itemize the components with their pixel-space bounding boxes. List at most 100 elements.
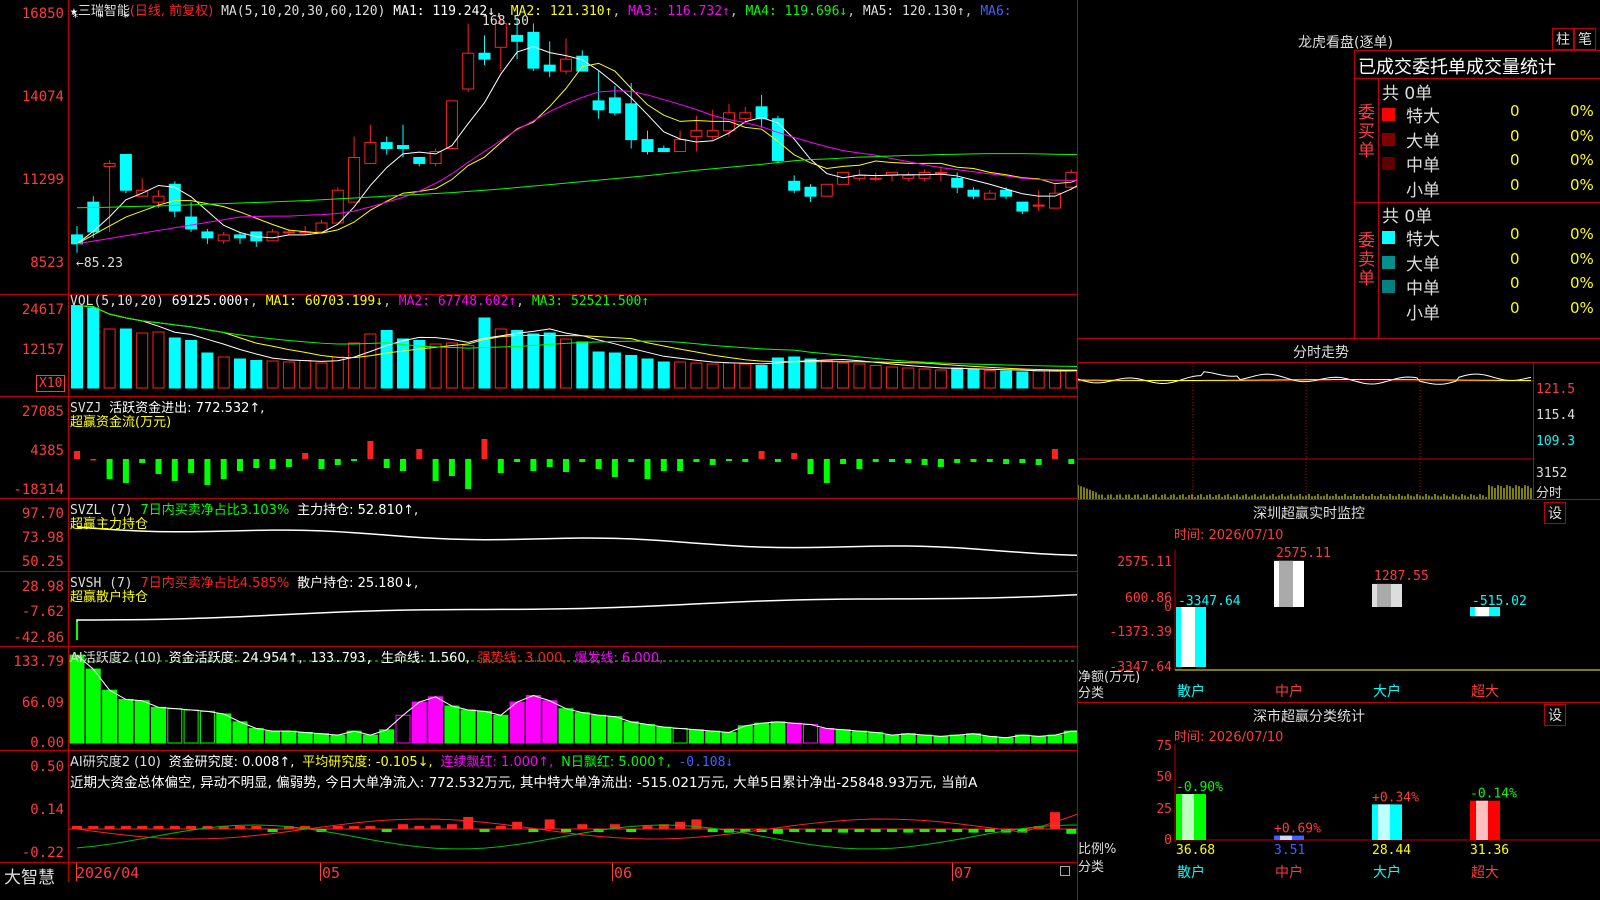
lhb-row-label: 大单 [1406, 254, 1440, 275]
volume-chart[interactable] [69, 295, 1077, 396]
lhb-row-label: 小单 [1406, 180, 1440, 201]
price-line [1078, 371, 1532, 385]
volume-bar [625, 355, 638, 389]
app-name[interactable]: 大智慧 [4, 863, 55, 888]
kline-tick: 11299 [21, 172, 64, 188]
activity-bar [607, 716, 623, 744]
volume-bar [690, 362, 703, 389]
monitor-y-tick: 2575.11 [1117, 555, 1172, 570]
activity-bar [460, 709, 476, 744]
research-bar [642, 826, 653, 829]
tick-mode-button[interactable]: 笔 [1574, 28, 1596, 50]
flow-bar [986, 459, 993, 462]
class-value-label: 3.51 [1274, 843, 1305, 858]
svzj-tick: 4385 [30, 443, 64, 459]
candle-body [755, 106, 768, 120]
candlestick-chart[interactable] [69, 0, 1077, 294]
flow-bar [269, 459, 276, 469]
retail-holding-line [76, 594, 1077, 640]
research-bar [430, 825, 441, 829]
candle-body [445, 100, 458, 150]
lhb-row: 特大 0 0% [1378, 102, 1600, 127]
volume-bar [543, 332, 556, 389]
lock-icon[interactable] [1060, 866, 1070, 876]
research-bar [349, 826, 360, 829]
lhb-bottom-border [1078, 338, 1600, 339]
left-chart-area[interactable]: ★三瑞智能(日线, 前复权) MA(5,10,20,30,60,120) MA1… [0, 0, 1078, 900]
intraday-chart[interactable] [1078, 363, 1534, 499]
candle-body [185, 216, 198, 230]
fenshi-tick: 115.4 [1536, 408, 1576, 423]
research-bar [838, 829, 849, 833]
monitor-settings-button[interactable]: 设 [1544, 502, 1566, 524]
svsh-tick: 28.98 [21, 579, 64, 595]
class-settings-button[interactable]: 设 [1544, 704, 1566, 726]
activity-bar [819, 727, 835, 744]
color-swatch [1382, 231, 1395, 244]
lhb-row-label: 大单 [1406, 131, 1440, 152]
ai-active-tick: 133.79 [13, 654, 64, 670]
flow-bar [237, 459, 243, 471]
activity-bar [754, 722, 770, 744]
ai-research-c: 连续飘红: 1.000↑, [440, 755, 554, 770]
activity-bar [770, 721, 786, 744]
xaxis-tick [320, 863, 321, 881]
capital-flow-chart[interactable] [69, 397, 1077, 498]
candle-body [103, 162, 116, 167]
volume-bar [429, 343, 442, 389]
svsh-sub: 超赢散户持仓 [70, 590, 149, 605]
flow-bar [530, 459, 537, 471]
activity-bar [525, 694, 541, 744]
lhb-row-count: 0 [1510, 298, 1520, 317]
flow-bar [122, 459, 129, 483]
class-value-label: 31.36 [1470, 843, 1509, 858]
candle-body [364, 142, 377, 164]
fenshi-axis [1533, 362, 1534, 499]
research-bar [707, 829, 718, 832]
flow-bar [595, 459, 602, 469]
kline-tick: 16850 [21, 6, 64, 22]
volume-bar [674, 361, 687, 389]
buy-total: 共 0单 [1382, 84, 1433, 104]
lhb-row: 小单 0 0% [1378, 176, 1600, 201]
svzl-tick: 50.25 [21, 554, 64, 570]
flow-bar [546, 459, 553, 467]
flow-bar [351, 459, 358, 461]
flow-bar [334, 459, 341, 465]
research-bar [446, 824, 457, 829]
candle-body [820, 183, 833, 197]
flow-bar [921, 459, 928, 465]
flow-bar [155, 459, 162, 474]
vol-unit-badge: X10 [36, 375, 66, 392]
flow-bar [90, 459, 97, 461]
candle-body [739, 112, 752, 120]
flow-bar [693, 459, 700, 462]
lhb-row: 大单 0 0% [1378, 250, 1600, 275]
candle-body [674, 139, 687, 153]
bar-mode-button[interactable]: 柱 [1552, 28, 1574, 50]
candle-body [527, 31, 540, 69]
activity-bar [705, 730, 721, 744]
volume-bar [723, 362, 735, 389]
volume-bar [820, 360, 833, 389]
research-bar [577, 824, 588, 829]
svzj-tick: -18314 [13, 482, 64, 498]
svzj-tick: 27085 [21, 404, 64, 420]
volume-bar [853, 363, 866, 389]
candle-body [1000, 189, 1013, 197]
activity-bar [868, 731, 884, 744]
flow-bar [465, 459, 472, 489]
volume-bar [136, 332, 149, 389]
ai-research-b: 平均研究度: -0.105↓, [302, 755, 433, 770]
lhb-left-border [1354, 50, 1355, 340]
activity-bar [330, 734, 346, 744]
volume-bar [266, 360, 279, 389]
color-swatch [1382, 157, 1395, 170]
flow-bar [383, 459, 390, 468]
flow-bar [448, 459, 455, 476]
fenshi-vol-tick: 3152 [1536, 466, 1568, 481]
ai-research-tick: 0.50 [30, 759, 64, 775]
lhb-row-count: 0 [1510, 126, 1520, 145]
flow-bar [970, 459, 977, 462]
candle-body [266, 231, 279, 242]
